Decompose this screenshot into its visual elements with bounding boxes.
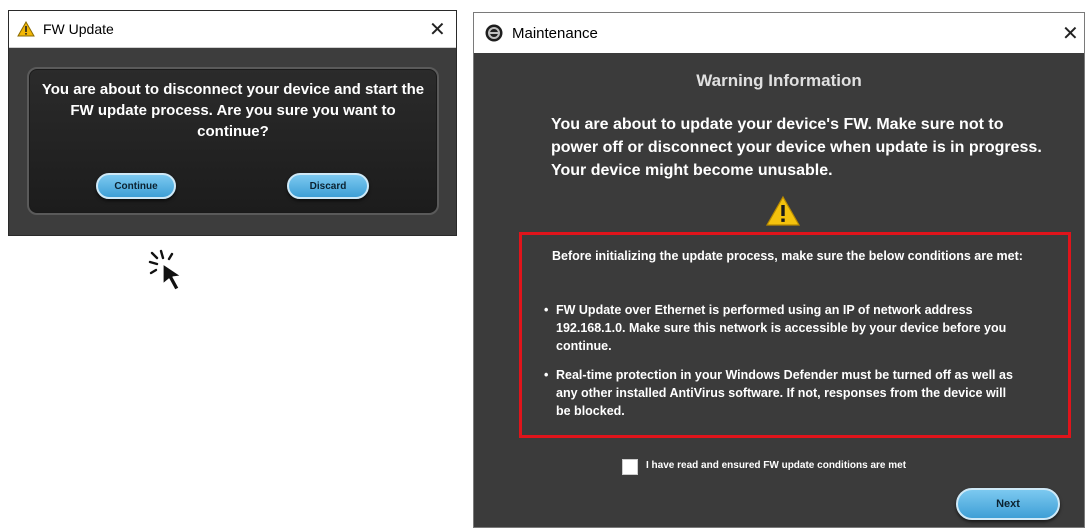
fw-update-message: You are about to disconnect your device … (41, 81, 425, 140)
condition-text: FW Update over Ethernet is performed usi… (556, 303, 1007, 353)
fw-update-message-panel: You are about to disconnect your device … (27, 67, 439, 215)
continue-button[interactable]: Continue (96, 173, 176, 199)
next-button[interactable]: Next (956, 488, 1060, 520)
warning-message: You are about to update your device's FW… (551, 116, 1042, 179)
warning-icon (765, 195, 801, 226)
maintenance-titlebar: Maintenance ✕ (474, 13, 1084, 53)
close-icon[interactable]: ✕ (1062, 23, 1079, 43)
warning-heading: Warning Information (696, 71, 862, 90)
fw-update-title: FW Update (43, 21, 114, 37)
close-icon[interactable]: ✕ (429, 19, 446, 39)
conditions-checkbox[interactable] (622, 459, 638, 475)
bullet: • (544, 368, 549, 382)
warning-icon (17, 21, 35, 37)
click-cursor-icon (148, 249, 182, 291)
maintenance-dialog: Maintenance ✕ Warning Information You ar… (473, 12, 1085, 528)
conditions-checkbox-label: I have read and ensured FW update condit… (646, 460, 907, 471)
discard-button[interactable]: Discard (287, 173, 369, 199)
maintenance-logo-icon (485, 24, 503, 42)
bullet: • (544, 303, 549, 317)
condition-text: Real-time protection in your Windows Def… (556, 368, 1013, 418)
maintenance-title: Maintenance (512, 25, 598, 42)
fw-update-dialog: FW Update ✕ You are about to disconnect … (8, 10, 457, 236)
conditions-intro: Before initializing the update process, … (552, 249, 1023, 263)
conditions-box: Before initializing the update process, … (519, 232, 1071, 438)
fw-update-titlebar: FW Update ✕ (9, 11, 456, 48)
